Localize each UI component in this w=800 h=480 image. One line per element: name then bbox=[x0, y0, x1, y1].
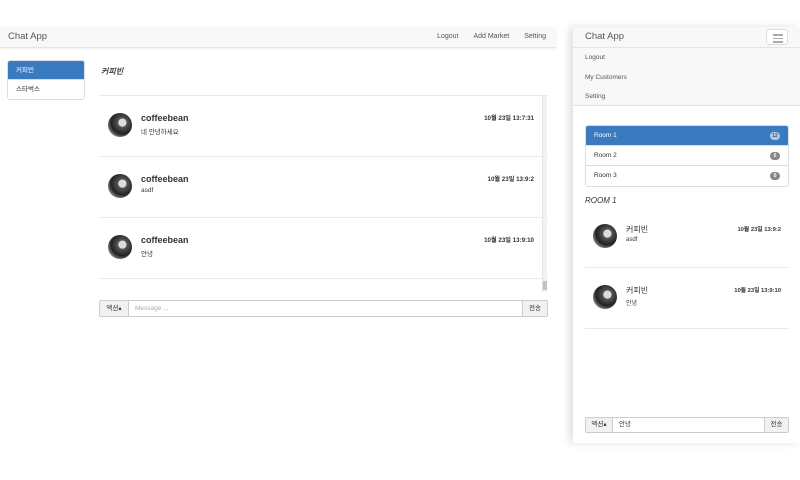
message-text: 안녕 bbox=[626, 301, 638, 307]
nav-setting[interactable]: Setting bbox=[524, 33, 546, 40]
send-button[interactable]: 전송 bbox=[522, 300, 548, 317]
room-list: Room 1 12 Room 2 0 Room 3 0 bbox=[585, 125, 789, 187]
message-item: coffeebean 네 안녕하세요 10월 23일 13:7:31 bbox=[99, 96, 548, 157]
message-item: coffeebean 안녕 10월 23일 13:9:10 bbox=[99, 218, 548, 279]
message-text: 네 안녕하세요 bbox=[141, 129, 179, 136]
message-item: 커피빈 asdf 10월 23일 13:9:2 bbox=[585, 207, 789, 268]
nav-links: Logout Add Market Setting bbox=[424, 33, 546, 40]
hamburger-icon[interactable] bbox=[766, 29, 788, 45]
message-sender: coffeebean bbox=[141, 113, 189, 123]
app-brand[interactable]: Chat App bbox=[585, 31, 624, 42]
avatar bbox=[108, 174, 132, 198]
market-list: 커피빈 스타벅스 bbox=[7, 60, 85, 100]
scrollbar-thumb[interactable] bbox=[543, 281, 547, 290]
unread-badge: 12 bbox=[770, 132, 780, 140]
message-sender: coffeebean bbox=[141, 235, 189, 245]
room-title: ROOM 1 bbox=[585, 196, 617, 205]
message-input[interactable]: 안녕 bbox=[612, 417, 765, 433]
room-item-3[interactable]: Room 3 0 bbox=[586, 166, 788, 186]
message-sender: 커피빈 bbox=[626, 225, 649, 234]
top-navbar: Chat App Logout Add Market Setting bbox=[0, 27, 556, 48]
message-text: asdf bbox=[626, 237, 638, 243]
message-scrollbar[interactable] bbox=[542, 96, 547, 292]
message-list: coffeebean 네 안녕하세요 10월 23일 13:7:31 coffe… bbox=[99, 95, 548, 292]
message-text: 안녕 bbox=[141, 251, 153, 258]
message-list: 커피빈 asdf 10월 23일 13:9:2 커피빈 안녕 10월 23일 1… bbox=[585, 207, 789, 329]
send-button[interactable]: 전송 bbox=[764, 417, 789, 433]
app-brand[interactable]: Chat App bbox=[8, 31, 47, 42]
message-time: 10월 23일 13:7:31 bbox=[484, 115, 534, 122]
market-item-coffeebean[interactable]: 커피빈 bbox=[8, 61, 84, 80]
avatar bbox=[593, 285, 617, 309]
menu-logout[interactable]: Logout bbox=[573, 48, 800, 68]
mobile-view: Chat App Logout My Customers Setting Roo… bbox=[573, 27, 800, 443]
message-text: asdf bbox=[141, 187, 154, 194]
message-item: coffeebean asdf 10월 23일 13:9:2 bbox=[99, 157, 548, 218]
mobile-navbar: Chat App bbox=[573, 27, 800, 48]
message-item: 커피빈 안녕 10월 23일 13:9:10 bbox=[585, 268, 789, 329]
action-dropdown-button[interactable]: 액션▴ bbox=[585, 417, 613, 433]
message-input[interactable]: Message ... bbox=[128, 300, 523, 317]
action-dropdown-button[interactable]: 액션▴ bbox=[99, 300, 129, 317]
message-input-bar: 액션▴ 안녕 전송 bbox=[585, 417, 789, 433]
message-time: 10월 23일 13:9:10 bbox=[484, 237, 534, 244]
menu-setting[interactable]: Setting bbox=[573, 87, 800, 107]
message-sender: coffeebean bbox=[141, 174, 189, 184]
room-label: Room 2 bbox=[594, 152, 617, 159]
menu-my-customers[interactable]: My Customers bbox=[573, 68, 800, 88]
message-sender: 커피빈 bbox=[626, 286, 649, 295]
nav-add-market[interactable]: Add Market bbox=[473, 33, 509, 40]
screen: Chat App Logout Add Market Setting 커피빈 스… bbox=[0, 0, 800, 480]
unread-badge: 0 bbox=[770, 152, 780, 160]
room-item-2[interactable]: Room 2 0 bbox=[586, 146, 788, 166]
avatar bbox=[108, 235, 132, 259]
room-label: Room 1 bbox=[594, 132, 617, 139]
page-title: 커피빈 bbox=[101, 67, 124, 76]
room-label: Room 3 bbox=[594, 172, 617, 179]
avatar bbox=[108, 113, 132, 137]
desktop-view: Chat App Logout Add Market Setting 커피빈 스… bbox=[0, 27, 556, 443]
market-item-starbucks[interactable]: 스타벅스 bbox=[8, 80, 84, 99]
message-input-bar: 액션▴ Message ... 전송 bbox=[99, 300, 548, 317]
unread-badge: 0 bbox=[770, 172, 780, 180]
mobile-menu: Logout My Customers Setting bbox=[573, 48, 800, 106]
room-item-1[interactable]: Room 1 12 bbox=[586, 126, 788, 146]
message-time: 10월 23일 13:9:2 bbox=[487, 176, 534, 183]
nav-logout[interactable]: Logout bbox=[437, 33, 458, 40]
message-time: 10월 23일 13:9:10 bbox=[734, 288, 781, 294]
avatar bbox=[593, 224, 617, 248]
message-time: 10월 23일 13:9:2 bbox=[737, 227, 781, 233]
